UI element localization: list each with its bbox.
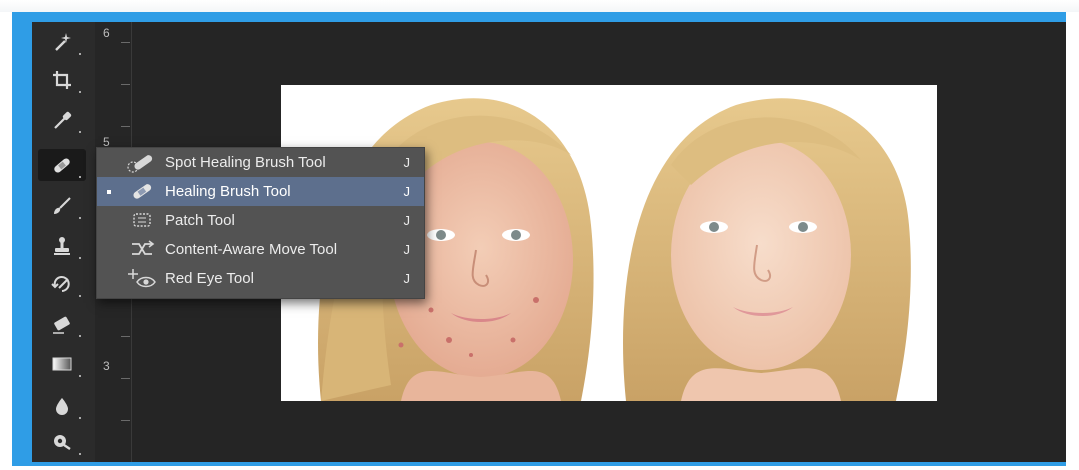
menu-item-patch-tool[interactable]: Patch Tool J [97,206,424,235]
red-eye-icon [128,269,156,288]
patch-icon [133,213,151,227]
crop-icon [53,71,71,89]
eraser-icon [53,316,70,334]
menu-item-label: Content-Aware Move Tool [165,241,338,258]
menu-item-spot-healing-brush-tool[interactable]: Spot Healing Brush Tool J [97,148,424,177]
healing-brush-tool[interactable] [38,149,86,181]
magic-wand-icon [55,33,71,51]
drop-icon [56,398,68,415]
menu-item-label: Red Eye Tool [165,270,254,287]
shortcut-key: J [403,213,411,228]
stamp-icon [54,237,70,255]
eyedropper-icon [54,111,72,129]
menu-item-label: Spot Healing Brush Tool [165,154,326,171]
history-brush-tool[interactable] [38,268,86,300]
clone-stamp-tool[interactable] [38,230,86,262]
crop-tool[interactable] [38,64,86,96]
gradient-tool[interactable] [38,348,86,380]
menu-item-label: Patch Tool [165,212,235,229]
ruler-mark: 3 [103,359,110,373]
blur-tool[interactable] [38,390,86,422]
gradient-icon [52,357,72,371]
selected-bullet-icon [107,190,111,194]
brush-tool[interactable] [38,190,86,222]
shortcut-key: J [403,155,411,170]
healing-tools-flyout-menu: Spot Healing Brush Tool J Healing Brush … [96,147,425,299]
shortcut-key: J [403,242,411,257]
shortcut-key: J [403,271,411,286]
content-aware-move-icon [132,240,155,255]
dodge-icon [54,435,71,450]
brush-icon [54,197,71,214]
magic-wand-tool[interactable] [38,26,86,58]
menu-item-label: Healing Brush Tool [165,183,291,200]
bandage-icon [54,158,70,173]
eyedropper-tool[interactable] [38,104,86,136]
eraser-tool[interactable] [38,308,86,340]
spot-healing-brush-icon [127,155,153,173]
shortcut-key: J [403,184,411,199]
menu-item-healing-brush-tool[interactable]: Healing Brush Tool J [97,177,424,206]
history-brush-icon [51,276,70,292]
ruler-mark: 6 [103,26,110,40]
page-top-band [0,0,1079,12]
menu-item-content-aware-move-tool[interactable]: Content-Aware Move Tool J [97,235,424,264]
dodge-tool[interactable] [38,426,86,458]
healing-brush-icon [133,184,152,199]
menu-item-red-eye-tool[interactable]: Red Eye Tool J [97,264,424,293]
